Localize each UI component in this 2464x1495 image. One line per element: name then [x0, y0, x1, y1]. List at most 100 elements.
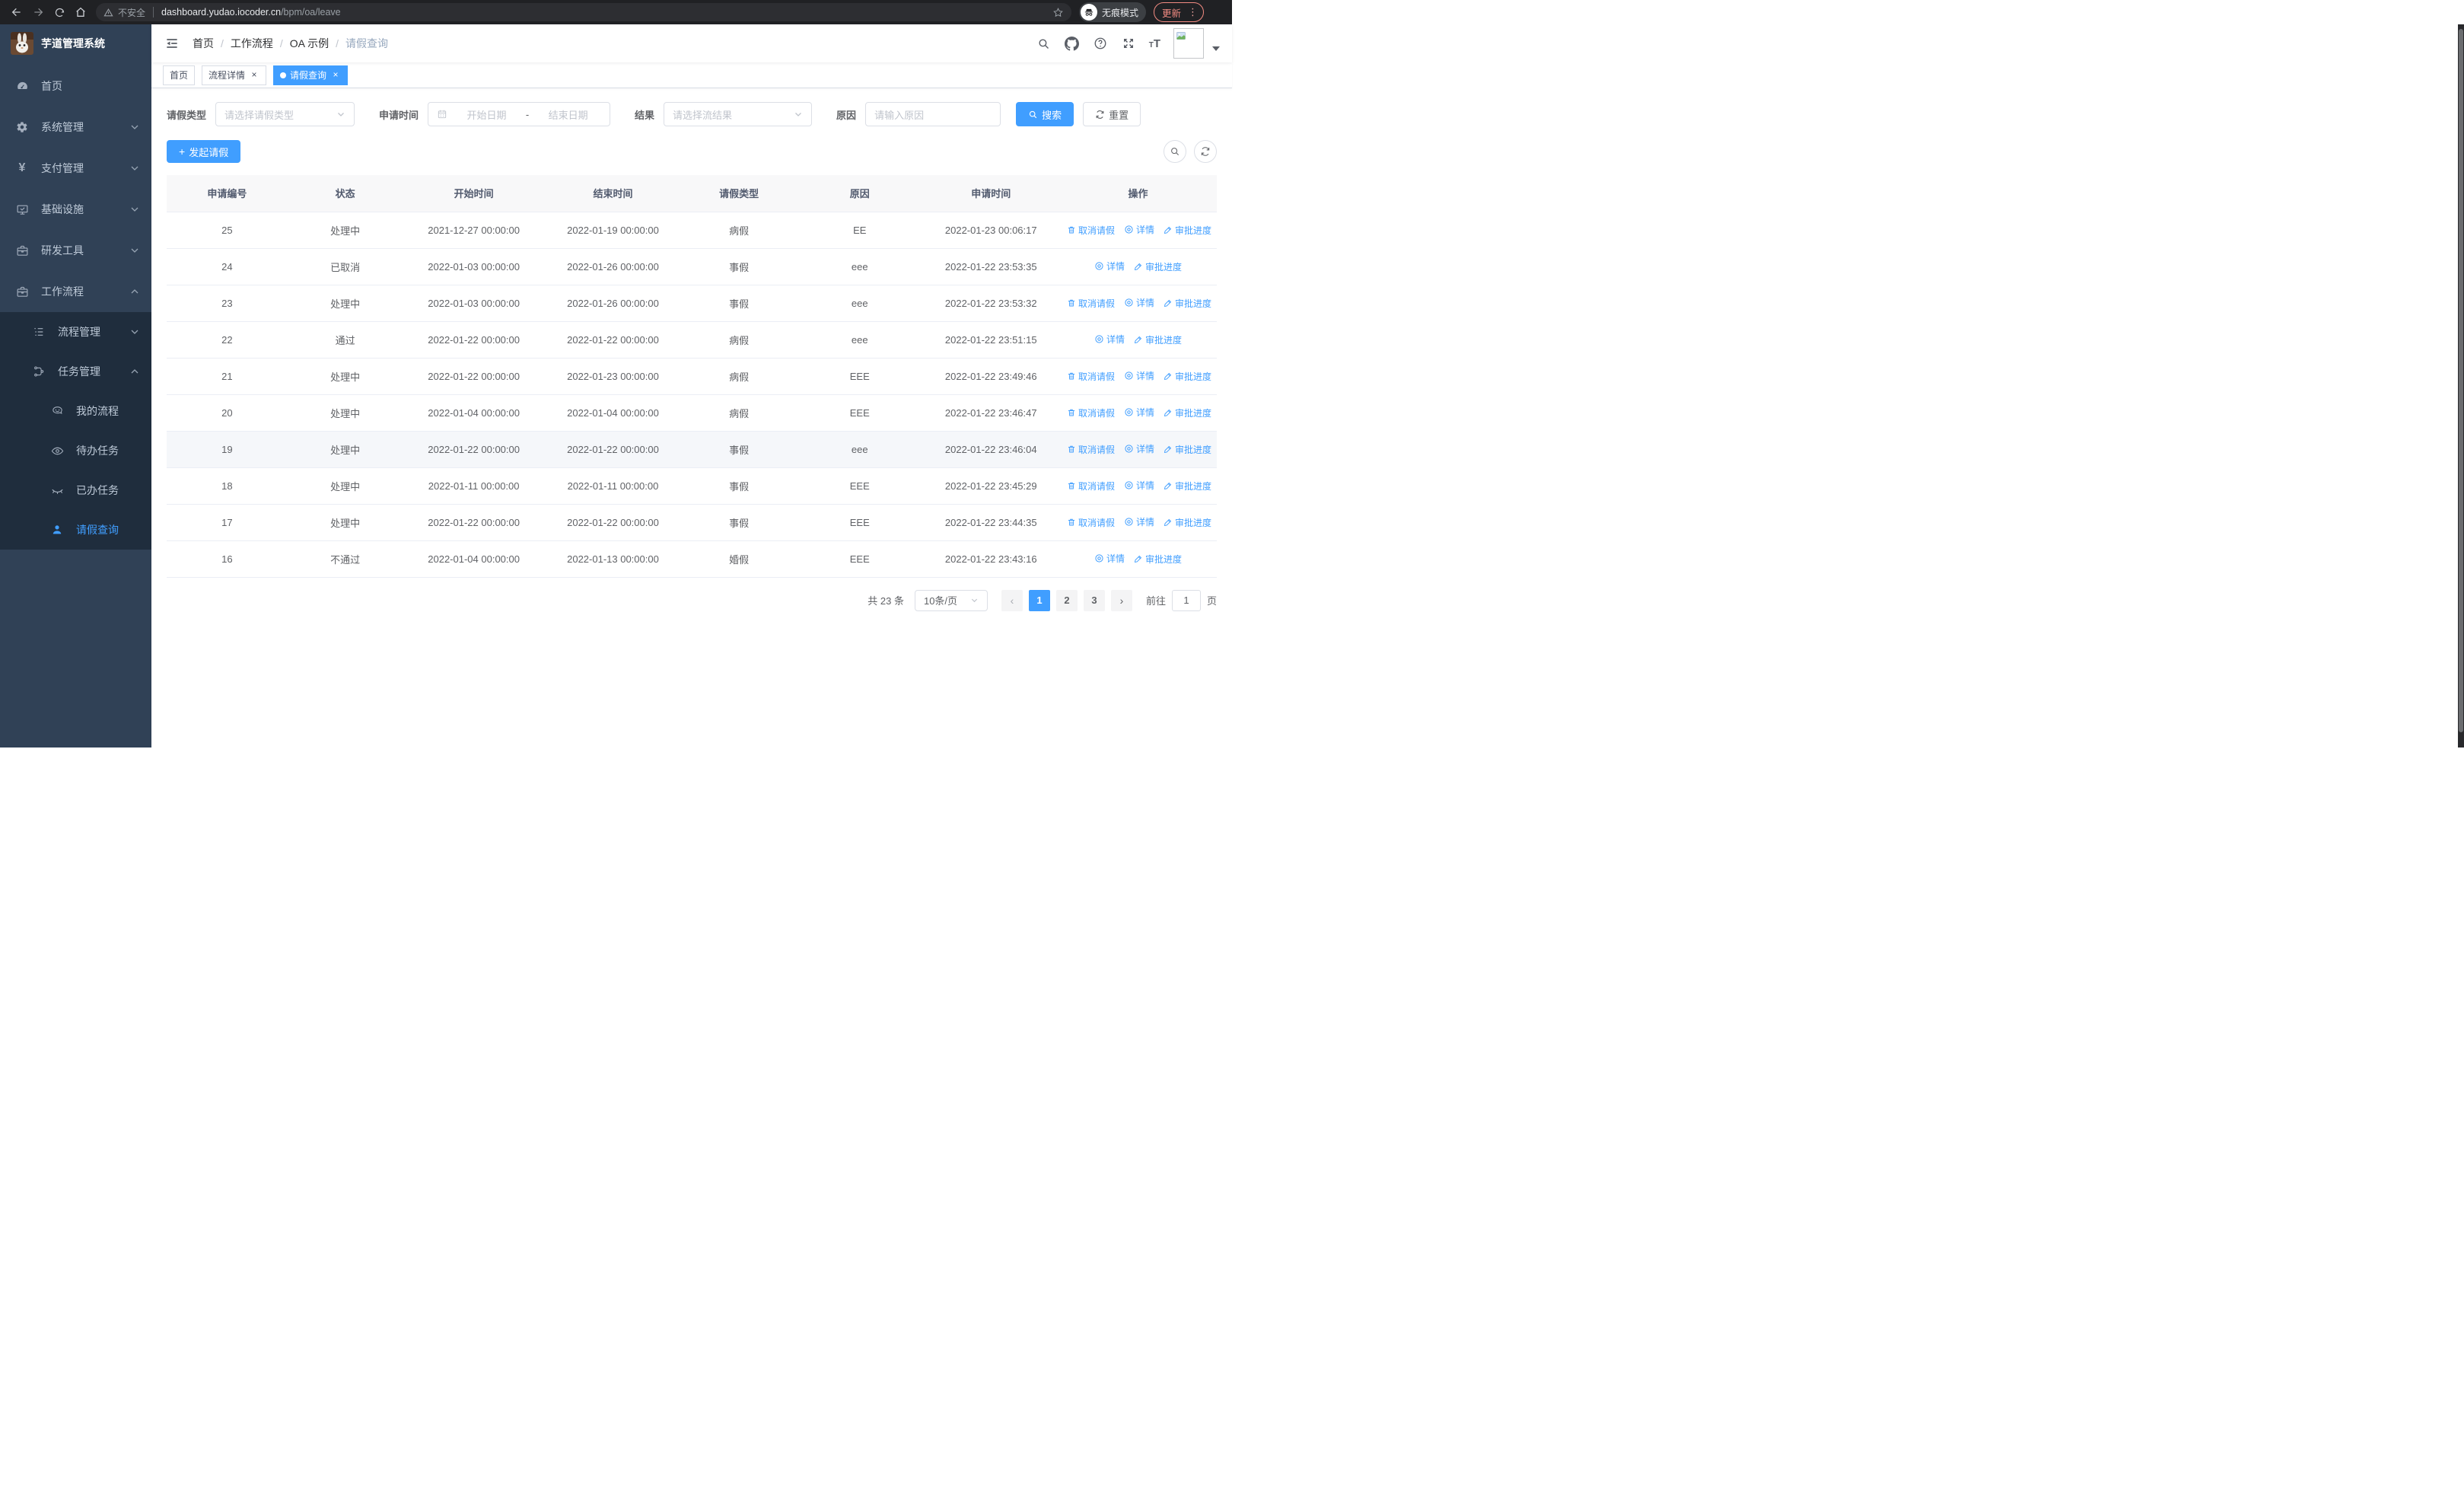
logo-row[interactable]: 芋道管理系统 — [0, 24, 151, 62]
breadcrumb-home[interactable]: 首页 — [193, 36, 214, 51]
font-size-icon[interactable]: TT — [1149, 38, 1160, 49]
close-icon[interactable]: × — [330, 69, 341, 81]
page-button-3[interactable]: 3 — [1083, 589, 1105, 611]
address-bar[interactable]: 不安全 dashboard.yudao.iocoder.cn/bpm/oa/le… — [96, 3, 1071, 21]
progress-action-link[interactable]: 审批进度 — [1164, 224, 1211, 237]
cell-leave-type: 病假 — [681, 212, 797, 249]
detail-action-link[interactable]: 详情 — [1094, 260, 1125, 273]
avatar-caret-icon[interactable] — [1212, 46, 1220, 51]
detail-action-link[interactable]: 详情 — [1124, 369, 1154, 382]
user-avatar[interactable] — [1173, 28, 1204, 59]
scrollbar-thumb[interactable] — [2459, 29, 2463, 732]
prev-page-button[interactable]: ‹ — [1001, 589, 1023, 611]
cancel-action-link[interactable]: 取消请假 — [1067, 480, 1115, 492]
cell-end-time: 2022-01-22 00:00:00 — [544, 504, 682, 541]
browser-update-button[interactable]: 更新 ⋮ — [1154, 2, 1205, 22]
goto-label: 前往 — [1145, 595, 1166, 607]
sidebar-item-task-mgmt[interactable]: 任务管理 — [0, 352, 151, 391]
cell-start-time: 2022-01-11 00:00:00 — [403, 467, 545, 505]
browser-back-icon[interactable] — [6, 2, 27, 23]
cell-status: 通过 — [287, 321, 403, 359]
progress-action-link[interactable]: 审批进度 — [1134, 333, 1182, 346]
page-scrollbar[interactable] — [2458, 24, 2464, 748]
close-icon[interactable]: × — [249, 69, 259, 81]
breadcrumb-oa-example[interactable]: OA 示例 — [290, 36, 329, 51]
show-search-icon[interactable] — [1164, 140, 1186, 163]
tags-view: 首页 流程详情 × 请假查询 × — [151, 62, 1232, 88]
github-icon[interactable] — [1065, 36, 1080, 51]
result-select[interactable]: 请选择流结果 — [664, 102, 813, 126]
sidebar-item-system-mgmt[interactable]: 系统管理 — [0, 107, 151, 148]
cancel-action-link[interactable]: 取消请假 — [1067, 406, 1115, 419]
end-date-placeholder[interactable]: 结束日期 — [535, 107, 601, 122]
next-page-button[interactable]: › — [1110, 589, 1132, 611]
action-label: 详情 — [1135, 407, 1154, 418]
yen-icon: ¥ — [18, 161, 26, 174]
sidebar-item-home[interactable]: 首页 — [0, 65, 151, 107]
cell-status: 处理中 — [287, 285, 403, 322]
cancel-action-link[interactable]: 取消请假 — [1067, 370, 1115, 383]
detail-action-link[interactable]: 详情 — [1094, 552, 1125, 565]
sidebar-item-leave-query[interactable]: 请假查询 — [0, 510, 151, 550]
sidebar: 芋道管理系统 首页 系统管理 ¥ 支付管理 基础设施 研发工具 工作流程 流程管理 任务管理 我的… — [0, 24, 151, 748]
bookmark-star-icon[interactable] — [1052, 7, 1064, 18]
create-leave-button[interactable]: + 发起请假 — [167, 140, 241, 163]
sidebar-item-process-mgmt[interactable]: 流程管理 — [0, 312, 151, 352]
progress-action-link[interactable]: 审批进度 — [1164, 480, 1211, 492]
reset-button[interactable]: 重置 — [1083, 102, 1141, 126]
sidebar-item-my-process[interactable]: 我的流程 — [0, 391, 151, 431]
sidebar-item-infrastructure[interactable]: 基础设施 — [0, 189, 151, 230]
progress-action-link[interactable]: 审批进度 — [1164, 516, 1211, 529]
table-row: 16 不通过 2022-01-04 00:00:00 2022-01-13 00:00… — [167, 540, 1217, 578]
start-date-placeholder[interactable]: 开始日期 — [454, 107, 520, 122]
cell-actions: 取消请假 详情 审批进度 — [1059, 285, 1217, 322]
cancel-action-link[interactable]: 取消请假 — [1067, 224, 1115, 237]
tab-home[interactable]: 首页 — [163, 65, 196, 85]
leave-type-select[interactable]: 请选择请假类型 — [215, 102, 355, 126]
browser-menu-icon[interactable]: ⋮ — [1186, 6, 1200, 18]
detail-action-link[interactable]: 详情 — [1124, 296, 1154, 309]
progress-action-link[interactable]: 审批进度 — [1134, 260, 1182, 273]
sidebar-item-done-tasks[interactable]: 已办任务 — [0, 470, 151, 510]
sidebar-collapse-icon[interactable] — [164, 35, 180, 52]
goto-page-input[interactable] — [1171, 589, 1201, 611]
detail-action-link[interactable]: 详情 — [1124, 479, 1154, 492]
tab-process-detail[interactable]: 流程详情 × — [202, 65, 267, 85]
reason-input[interactable]: 请输入原因 — [865, 102, 1001, 126]
date-range-picker[interactable]: 开始日期 - 结束日期 — [428, 102, 611, 126]
progress-action-link[interactable]: 审批进度 — [1164, 297, 1211, 310]
fullscreen-icon[interactable] — [1121, 36, 1136, 51]
browser-home-icon[interactable] — [70, 2, 91, 23]
sidebar-item-workflow[interactable]: 工作流程 — [0, 271, 151, 312]
progress-action-link[interactable]: 审批进度 — [1134, 553, 1182, 566]
search-icon[interactable] — [1036, 36, 1052, 51]
action-label: 取消请假 — [1078, 298, 1115, 309]
cancel-action-link[interactable]: 取消请假 — [1067, 297, 1115, 310]
sidebar-item-payment-mgmt[interactable]: ¥ 支付管理 — [0, 148, 151, 189]
detail-action-link[interactable]: 详情 — [1124, 442, 1154, 455]
cell-leave-type: 事假 — [681, 248, 797, 285]
detail-action-link[interactable]: 详情 — [1124, 406, 1154, 419]
page-button-2[interactable]: 2 — [1055, 589, 1078, 611]
cancel-action-link[interactable]: 取消请假 — [1067, 443, 1115, 456]
search-button[interactable]: 搜索 — [1016, 102, 1074, 126]
progress-action-link[interactable]: 审批进度 — [1164, 443, 1211, 456]
detail-action-link[interactable]: 详情 — [1094, 333, 1125, 346]
progress-action-link[interactable]: 审批进度 — [1164, 406, 1211, 419]
progress-action-link[interactable]: 审批进度 — [1164, 370, 1211, 383]
help-icon[interactable] — [1093, 36, 1108, 51]
page-button-1[interactable]: 1 — [1028, 589, 1050, 611]
detail-action-link[interactable]: 详情 — [1124, 515, 1154, 528]
detail-action-link[interactable]: 详情 — [1124, 223, 1154, 236]
incognito-badge: 无痕模式 — [1079, 2, 1147, 22]
sidebar-item-dev-tools[interactable]: 研发工具 — [0, 230, 151, 271]
detail-eye-icon — [1094, 553, 1104, 563]
browser-forward-icon[interactable] — [27, 2, 49, 23]
tab-leave-query[interactable]: 请假查询 × — [273, 65, 349, 85]
browser-reload-icon[interactable] — [49, 2, 70, 23]
sidebar-item-todo-tasks[interactable]: 待办任务 — [0, 431, 151, 470]
refresh-icon[interactable] — [1194, 140, 1217, 163]
breadcrumb-workflow[interactable]: 工作流程 — [231, 36, 273, 51]
cancel-action-link[interactable]: 取消请假 — [1067, 516, 1115, 529]
page-size-select[interactable]: 10条/页 — [914, 589, 988, 611]
